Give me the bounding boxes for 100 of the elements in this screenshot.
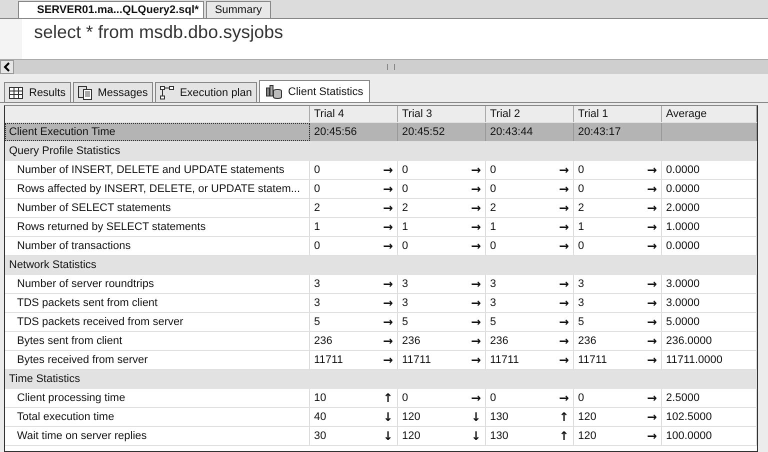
table-cell: 102.5000 xyxy=(666,411,712,423)
trend-arrow: → xyxy=(558,201,569,215)
section-header: Time Statistics xyxy=(8,372,80,387)
trend-arrow: ↓ xyxy=(382,429,393,443)
row-label: Number of INSERT, DELETE and UPDATE statements xyxy=(5,161,310,179)
table-cell-text: 11711 xyxy=(578,353,607,368)
table-cell-text: 3 xyxy=(490,277,496,292)
trend-arrow: → xyxy=(558,353,569,367)
document-tab[interactable]: SERVER01.ma...QLQuery2.sql* xyxy=(18,1,204,18)
document-icon xyxy=(78,86,92,100)
table-cell-text: 5 xyxy=(578,315,584,330)
horizontal-scrollbar[interactable] xyxy=(0,59,768,74)
table-cell-text: 2 xyxy=(402,201,408,216)
trend-arrow: → xyxy=(470,277,481,291)
column-header: Trial 1 xyxy=(574,106,662,122)
table-cell: 100.0000 xyxy=(666,430,712,442)
table-cell-text: 0 xyxy=(578,391,584,406)
table-cell-text: 236 xyxy=(314,334,332,349)
table-cell-text: 11711 xyxy=(314,353,343,368)
column-header: Average xyxy=(662,106,757,122)
table-cell: 20:43:17 xyxy=(574,123,662,141)
trend-arrow: → xyxy=(558,391,569,405)
document-tab[interactable]: Summary xyxy=(206,1,271,18)
trend-arrow: → xyxy=(382,296,393,310)
row-label: Bytes sent from client xyxy=(5,332,310,350)
result-tab[interactable]: Execution plan xyxy=(154,82,257,102)
row-label: TDS packets sent from client xyxy=(5,294,310,312)
trend-arrow: → xyxy=(558,239,569,253)
trend-arrow: → xyxy=(470,315,481,329)
trend-arrow: → xyxy=(646,391,657,405)
row-label: TDS packets received from server xyxy=(5,313,310,331)
table-cell-text: 130 xyxy=(490,410,508,425)
query-editor[interactable]: select * from msdb.dbo.sysjobs xyxy=(0,19,768,59)
section-header: Query Profile Statistics xyxy=(8,144,120,159)
result-tab[interactable]: Messages xyxy=(72,82,153,102)
table-cell-text: 0 xyxy=(402,391,408,406)
section-header: Network Statistics xyxy=(8,258,96,273)
table-cell-text: 1 xyxy=(314,220,320,235)
table-cell-text: 236 xyxy=(578,334,596,349)
column-header: Trial 4 xyxy=(310,106,398,122)
trend-arrow: ↑ xyxy=(382,391,393,405)
trend-arrow: → xyxy=(470,220,481,234)
table-cell-text: 3 xyxy=(578,296,584,311)
table-cell-text: 120 xyxy=(578,410,596,425)
result-tab[interactable]: Results xyxy=(4,82,71,102)
scroll-left-button[interactable] xyxy=(0,60,14,74)
table-cell-text: 0 xyxy=(490,182,496,197)
table-cell-text: 120 xyxy=(402,410,420,425)
table-cell-text: 0 xyxy=(490,391,496,406)
table-cell-text: 3 xyxy=(490,296,496,311)
trend-arrow: → xyxy=(646,220,657,234)
trend-arrow: → xyxy=(382,334,393,348)
table-cell: 3.0000 xyxy=(666,297,700,309)
table-cell: 236.0000 xyxy=(666,335,712,347)
table-cell: 20:45:52 xyxy=(398,123,486,141)
trend-arrow: → xyxy=(470,296,481,310)
trend-arrow: → xyxy=(470,163,481,177)
table-cell-text: 0 xyxy=(314,163,320,178)
table-cell-text: 0 xyxy=(490,239,496,254)
table-cell-text: 5 xyxy=(402,315,408,330)
table-cell-text: 3 xyxy=(314,277,320,292)
row-label: Rows returned by SELECT statements xyxy=(5,218,310,236)
column-header: Trial 2 xyxy=(486,106,574,122)
trend-arrow: → xyxy=(470,201,481,215)
trend-arrow: → xyxy=(382,315,393,329)
row-label: Number of server roundtrips xyxy=(5,275,310,293)
table-cell-text: 2 xyxy=(578,201,584,216)
row-label: Rows affected by INSERT, DELETE, or UPDATE statem... xyxy=(5,180,310,198)
table-cell-text: 11711 xyxy=(402,353,431,368)
plan-icon xyxy=(160,86,174,100)
scroll-grip-icon xyxy=(387,64,395,70)
trend-arrow: → xyxy=(470,334,481,348)
table-cell-text: 0 xyxy=(578,239,584,254)
table-cell-text: 3 xyxy=(578,277,584,292)
trend-arrow: → xyxy=(382,239,393,253)
table-cell-text: 0 xyxy=(578,182,584,197)
left-caret-icon xyxy=(3,62,11,72)
table-cell-text: 40 xyxy=(314,410,326,425)
trend-arrow: → xyxy=(470,353,481,367)
trend-arrow: ↓ xyxy=(470,410,481,424)
trend-arrow: → xyxy=(646,429,657,443)
trend-arrow: → xyxy=(646,163,657,177)
table-cell-text: 1 xyxy=(490,220,496,235)
result-tab[interactable]: Client Statistics xyxy=(259,80,370,102)
trend-arrow: → xyxy=(558,277,569,291)
table-cell: 3.0000 xyxy=(666,278,700,290)
trend-arrow: → xyxy=(646,277,657,291)
trend-arrow: → xyxy=(646,315,657,329)
table-cell-text: 120 xyxy=(578,429,596,444)
table-cell-text: 120 xyxy=(402,429,420,444)
table-cell: 2.0000 xyxy=(666,202,700,214)
table-cell: 20:45:56 xyxy=(310,123,398,141)
trend-arrow: → xyxy=(470,391,481,405)
row-label: Total execution time xyxy=(5,408,310,426)
trend-arrow: → xyxy=(558,334,569,348)
row-label: Number of SELECT statements xyxy=(5,199,310,217)
trend-arrow: → xyxy=(382,277,393,291)
table-cell-text: 3 xyxy=(314,296,320,311)
table-cell-text: 30 xyxy=(314,429,326,444)
trend-arrow: → xyxy=(382,353,393,367)
